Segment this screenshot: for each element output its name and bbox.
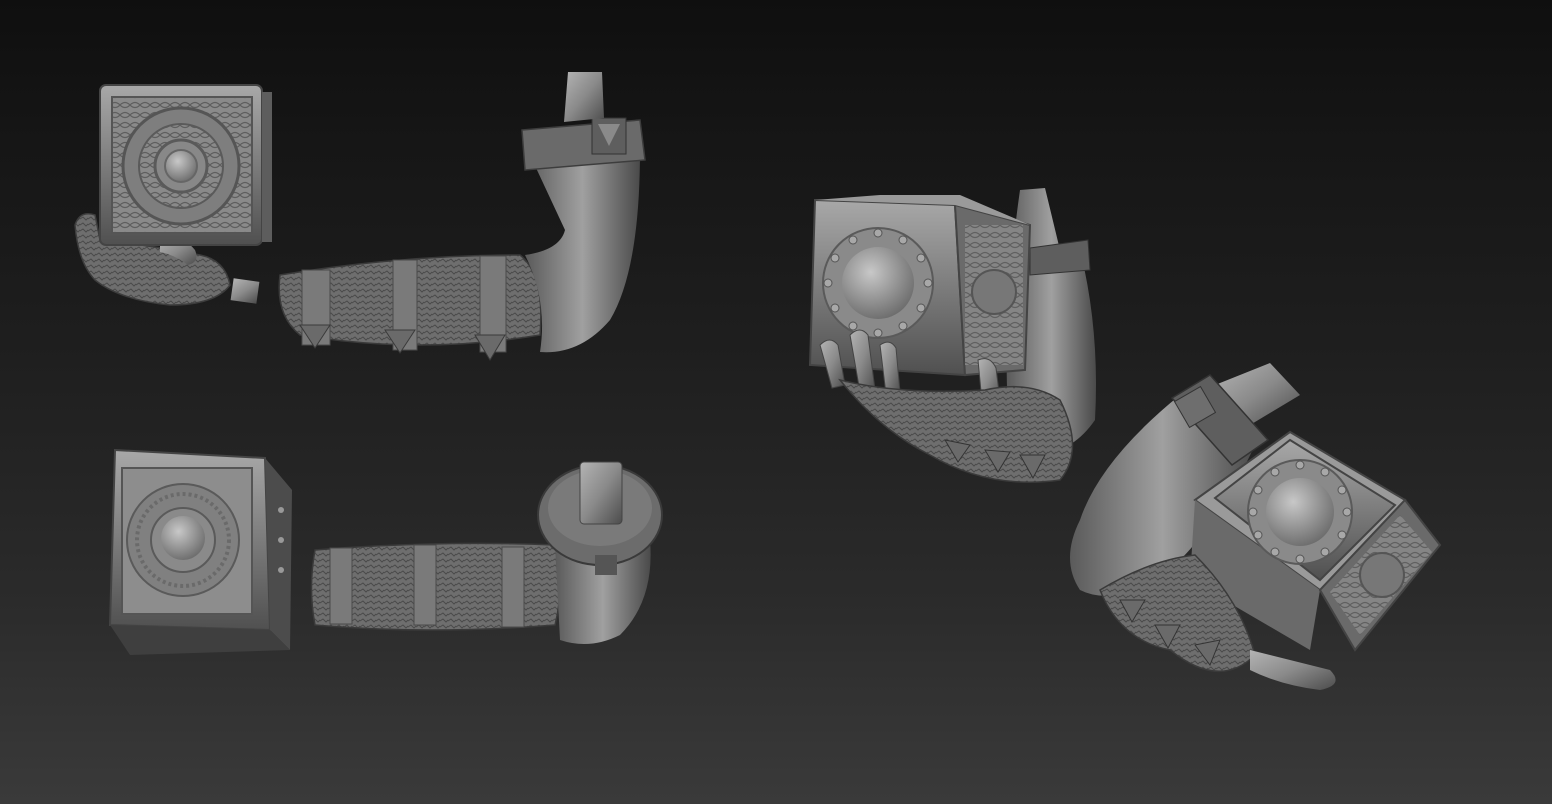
arm-with-box-top-left[interactable]: [74, 72, 646, 361]
arm-with-box-bottom-left[interactable]: [108, 448, 663, 655]
ornate-box: [99, 84, 272, 246]
render-canvas: [74, 72, 1442, 690]
arm-holding-box-right-upper[interactable]: [808, 188, 1096, 483]
arm-holding-box-right-lower[interactable]: [1070, 363, 1442, 690]
sculpt-viewport[interactable]: [0, 0, 1552, 804]
studded-box: [808, 195, 1032, 377]
plain-box: [108, 448, 292, 655]
